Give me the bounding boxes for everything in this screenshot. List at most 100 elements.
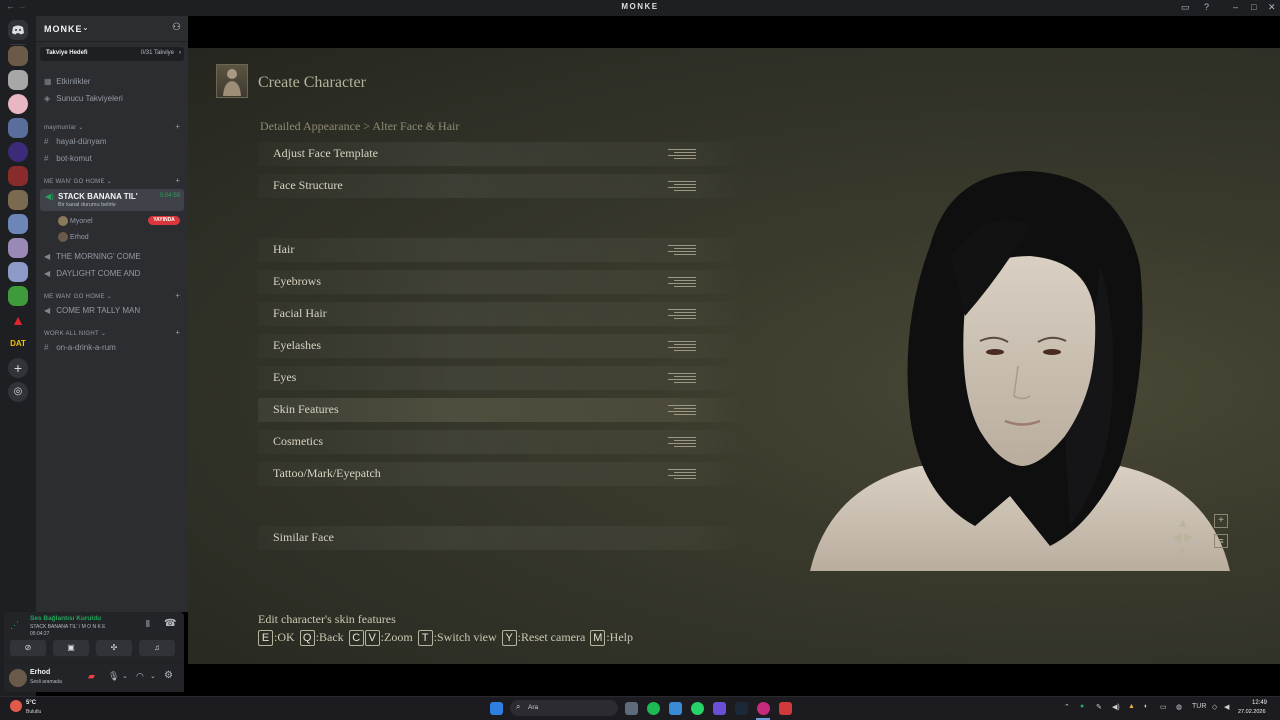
server-icon[interactable] [8,238,28,258]
submenu-icon [668,341,696,351]
microphone-icon[interactable]: ◍ [1176,703,1182,711]
tray-icon[interactable]: ▭ [1160,703,1167,711]
add-server-icon[interactable]: + [8,358,28,378]
screen-share-button[interactable]: ▣ [53,640,89,656]
headphones-icon[interactable]: ◠ [136,671,144,682]
menu-item[interactable]: Adjust Face Template [258,142,744,166]
menu-item[interactable]: Face Structure [258,174,744,198]
spotify-icon[interactable] [647,702,660,715]
menu-item[interactable]: Tattoo/Mark/Eyepatch [258,462,744,486]
gamepad-icon[interactable]: ▰ [88,671,95,682]
voice-channel[interactable]: ◀ THE MORNING' COME [44,252,141,261]
server-icon[interactable] [8,190,28,210]
app-icon[interactable] [713,702,726,715]
voice-user[interactable]: Myonel [58,216,93,226]
microphone-icon[interactable]: 🎙 [108,671,119,682]
chevron-down-icon[interactable]: ⌄ [122,672,128,680]
text-channel[interactable]: # bot-komut [44,154,92,163]
server-icon[interactable]: DAT [8,334,28,354]
whatsapp-icon[interactable] [691,702,704,715]
submenu-icon [668,277,696,287]
voice-channel-active[interactable]: ◀) STACK BANANA TIL' 5:04:59 Bir kanal d… [40,189,184,211]
menu-item[interactable]: Eyes [258,366,744,390]
voice-channel[interactable]: ◀ DAYLIGHT COME AND [44,269,140,278]
boost-goal-bar[interactable]: Takviye Hedefi 0/31 Takviye › [40,47,184,61]
menu-item[interactable]: Eyelashes [258,334,744,358]
voice-channel[interactable]: ◀ COME MR TALLY MAN [44,306,140,315]
tray-icon[interactable]: ▲ [1128,703,1135,710]
volume-icon[interactable]: ◀) [1112,703,1120,711]
game-stream[interactable]: Create Character Detailed Appearance > A… [188,16,1280,696]
voice-channel-path[interactable]: STACK BANANA TIL' / M O N K E [30,624,106,630]
disconnect-icon[interactable]: ☎ [164,618,176,629]
server-icon[interactable] [8,142,28,162]
help-icon[interactable]: ? [1204,2,1209,12]
tray-icon[interactable]: ◐ [1144,703,1148,710]
text-channel[interactable]: # hayal-dünyam [44,137,106,146]
menu-item[interactable]: Eyebrows [258,270,744,294]
discord-home-icon[interactable] [8,20,28,40]
network-icon[interactable]: ◇ [1212,703,1217,711]
submenu-icon [668,245,696,255]
activities-button[interactable]: ✣ [96,640,132,656]
clock-date[interactable]: 27.02.2026 [1238,709,1266,715]
server-icon[interactable] [8,70,28,90]
add-channel-icon[interactable]: + [175,176,180,185]
add-channel-icon[interactable]: + [175,122,180,131]
menu-item[interactable]: Cosmetics [258,430,744,454]
invite-icon[interactable]: ⚇ [172,22,181,33]
server-icon[interactable] [8,94,28,114]
discover-icon[interactable]: ◎ [8,382,28,402]
menu-item[interactable]: Skin Features [258,398,744,422]
speaker-icon: ◀ [44,306,51,315]
add-channel-icon[interactable]: + [175,328,180,337]
server-icon[interactable] [8,166,28,186]
server-icon[interactable]: ▲ [8,310,28,330]
category-header[interactable]: ME WAN' GO HOME ⌄ [44,293,112,300]
server-header[interactable]: MONKE ⌄ ⚇ [36,16,188,42]
soundwave-icon[interactable]: ⫴ [146,619,150,630]
camera-off-button[interactable]: ⊘ [10,640,46,656]
menu-item[interactable]: Hair [258,238,744,262]
server-icon[interactable] [8,286,28,306]
language-indicator[interactable]: TUR [1192,703,1206,710]
tray-icon[interactable]: ✎ [1096,703,1102,711]
avatar[interactable] [9,669,27,687]
server-icon[interactable] [8,118,28,138]
chevron-up-icon[interactable]: ⌃ [1064,703,1070,711]
menu-item[interactable]: Facial Hair [258,302,744,326]
menu-item[interactable]: Similar Face [258,526,744,550]
inbox-icon[interactable]: ▭ [1181,2,1190,13]
clock-time[interactable]: 12:49 [1252,700,1267,706]
category-header[interactable]: ME WAN' GO HOME ⌄ [44,178,112,185]
task-view-icon[interactable] [625,702,638,715]
app-icon[interactable] [757,702,770,715]
minimize-button[interactable]: – [1233,2,1238,12]
windows-start-icon[interactable] [490,702,503,715]
chevron-down-icon[interactable]: ⌄ [150,672,156,680]
events-item[interactable]: ▦ Etkinlikler [44,77,90,86]
hash-icon: # [44,137,49,146]
tray-icon[interactable]: ● [1080,703,1084,710]
soundboard-button[interactable]: ♫ [139,640,175,656]
weather-icon[interactable] [10,700,22,712]
steam-icon[interactable] [735,702,748,715]
close-button[interactable]: ✕ [1268,2,1276,13]
username: Erhod [30,669,51,676]
server-icon[interactable] [8,46,28,66]
search-box[interactable]: ⌕ Ara [510,700,618,716]
text-channel[interactable]: # on-a-drink-a-rum [44,343,116,352]
voice-user[interactable]: Erhod [58,232,89,242]
category-header[interactable]: maymunlar ⌄ [44,124,84,131]
speaker-icon[interactable]: ◀ [1224,703,1229,711]
category-header[interactable]: WORK ALL NIGHT ⌄ [44,330,106,337]
app-icon[interactable] [669,702,682,715]
maximize-button[interactable]: □ [1251,2,1256,12]
add-channel-icon[interactable]: + [175,291,180,300]
signal-icon[interactable]: ⋰ [10,620,19,631]
app-icon[interactable] [779,702,792,715]
server-icon[interactable] [8,214,28,234]
server-boosts-item[interactable]: ◈ Sunucu Takviyeleri [44,94,123,103]
server-icon[interactable] [8,262,28,282]
settings-gear-icon[interactable]: ⚙ [164,670,173,681]
